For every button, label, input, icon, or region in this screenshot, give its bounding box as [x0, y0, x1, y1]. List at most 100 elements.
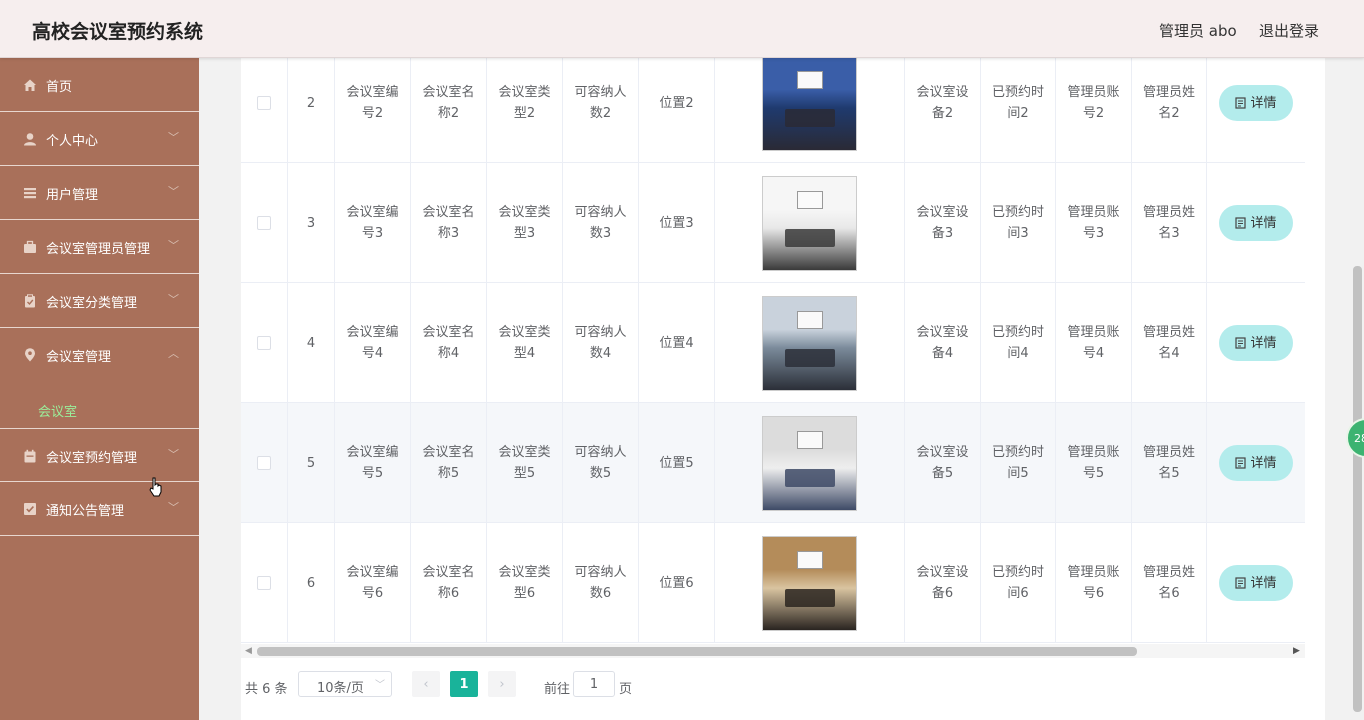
cell-location-text: 位置6 — [659, 575, 694, 591]
cell-admin-account-text: 管理员账号2 — [1067, 85, 1120, 121]
table-row: 2 会议室编号2 会议室名称2 会议室类型2 可容纳人数2 位置2 会议室设备2 已预约时间2… — [241, 58, 1305, 163]
row-checkbox[interactable] — [257, 576, 271, 590]
cell-admin-name-text: 管理员姓名6 — [1142, 565, 1195, 601]
pagination: 共 6 条 10条/页 ﹀ ‹ 1 › 前往 页 — [241, 668, 1305, 708]
cell-capacity: 可容纳人数6 — [563, 523, 639, 643]
cell-action: 详情 — [1207, 283, 1305, 403]
document-icon — [1235, 97, 1247, 109]
cell-admin-name: 管理员姓名6 — [1132, 523, 1207, 643]
detail-button[interactable]: 详情 — [1219, 565, 1293, 601]
cell-location: 位置5 — [639, 403, 715, 523]
cell-booked-time-text: 已预约时间6 — [991, 565, 1044, 601]
next-page-button[interactable]: › — [488, 671, 516, 697]
row-checkbox[interactable] — [257, 456, 271, 470]
sidebar-item-notice-management[interactable]: 通知公告管理 ﹀ — [0, 482, 199, 536]
app-title: 高校会议室预约系统 — [32, 21, 204, 43]
cell-room-name-text: 会议室名称4 — [422, 325, 475, 361]
cell-location: 位置4 — [639, 283, 715, 403]
mouse-pointer-icon — [149, 477, 162, 497]
cell-location: 位置6 — [639, 523, 715, 643]
sidebar-item-personal-center[interactable]: 个人中心 ﹀ — [0, 112, 199, 166]
cell-capacity-text: 可容纳人数6 — [574, 565, 627, 601]
cell-booked-time: 已预约时间2 — [981, 58, 1056, 163]
cell-location-text: 位置4 — [659, 335, 694, 351]
cell-room-no-text: 会议室编号3 — [346, 205, 399, 241]
sidebar-item-room-management[interactable]: 会议室管理 ︿ — [0, 328, 199, 382]
floating-badge[interactable]: 28 — [1346, 418, 1364, 458]
page-unit-label: 页 — [619, 682, 633, 697]
cell-room-photo — [715, 523, 905, 643]
detail-button[interactable]: 详情 — [1219, 85, 1293, 121]
document-icon — [1235, 217, 1247, 229]
cell-room-photo — [715, 163, 905, 283]
cell-location: 位置3 — [639, 163, 715, 283]
cell-booked-time: 已预约时间3 — [981, 163, 1056, 283]
sidebar-item-room-category-management[interactable]: 会议室分类管理 ﹀ — [0, 274, 199, 328]
cell-index-text: 3 — [306, 215, 316, 231]
sidebar-item-label: 通知公告管理 — [46, 504, 125, 519]
row-checkbox[interactable] — [257, 336, 271, 350]
cell-admin-name-text: 管理员姓名2 — [1142, 85, 1195, 121]
cell-index-text: 2 — [306, 95, 316, 111]
detail-button[interactable]: 详情 — [1219, 205, 1293, 241]
cell-room-no-text: 会议室编号2 — [346, 85, 399, 121]
scrollbar-thumb[interactable] — [257, 647, 1137, 656]
cell-room-no-text: 会议室编号6 — [346, 565, 399, 601]
detail-button-label: 详情 — [1250, 455, 1277, 471]
document-icon — [1235, 577, 1247, 589]
cell-booked-time-text: 已预约时间4 — [991, 325, 1044, 361]
sidebar-item-user-management[interactable]: 用户管理 ﹀ — [0, 166, 199, 220]
sidebar-item-label: 会议室预约管理 — [46, 451, 138, 466]
checkbox-icon — [24, 503, 36, 515]
scroll-left-icon[interactable]: ◀ — [245, 646, 252, 656]
page-number-button[interactable]: 1 — [450, 671, 478, 697]
cell-select — [241, 283, 288, 403]
cell-equipment: 会议室设备6 — [905, 523, 981, 643]
cell-room-type-text: 会议室类型4 — [498, 325, 551, 361]
detail-button[interactable]: 详情 — [1219, 445, 1293, 481]
table-row: 4 会议室编号4 会议室名称4 会议室类型4 可容纳人数4 位置4 会议室设备4 已预约时间4… — [241, 283, 1305, 403]
clipboard-icon — [25, 294, 35, 308]
cell-admin-account-text: 管理员账号3 — [1067, 205, 1120, 241]
user-label: 管理员 abo — [1159, 22, 1237, 40]
cell-admin-account-text: 管理员账号5 — [1067, 445, 1120, 481]
cell-index: 3 — [288, 163, 335, 283]
cell-room-name: 会议室名称4 — [411, 283, 487, 403]
cell-equipment: 会议室设备2 — [905, 58, 981, 163]
cell-equipment: 会议室设备4 — [905, 283, 981, 403]
vertical-scrollbar[interactable] — [1350, 58, 1364, 720]
vertical-scrollbar-thumb[interactable] — [1353, 266, 1362, 712]
cell-capacity: 可容纳人数3 — [563, 163, 639, 283]
cell-room-name-text: 会议室名称5 — [422, 445, 475, 481]
cell-room-type: 会议室类型2 — [487, 58, 563, 163]
cell-index: 5 — [288, 403, 335, 523]
sidebar-item-room-admin-management[interactable]: 会议室管理员管理 ﹀ — [0, 220, 199, 274]
cell-room-name-text: 会议室名称3 — [422, 205, 475, 241]
goto-page-input[interactable] — [573, 671, 615, 697]
row-checkbox[interactable] — [257, 216, 271, 230]
page-size-select[interactable]: 10条/页 ﹀ — [298, 671, 392, 697]
cell-admin-name: 管理员姓名4 — [1132, 283, 1207, 403]
chevron-down-icon: ﹀ — [168, 131, 179, 144]
cell-booked-time: 已预约时间6 — [981, 523, 1056, 643]
detail-button[interactable]: 详情 — [1219, 325, 1293, 361]
cell-admin-name-text: 管理员姓名4 — [1142, 325, 1195, 361]
briefcase-icon — [24, 240, 36, 253]
prev-page-button[interactable]: ‹ — [412, 671, 440, 697]
cell-admin-account: 管理员账号6 — [1056, 523, 1132, 643]
logout-link[interactable]: 退出登录 — [1259, 20, 1319, 41]
sidebar-item-booking-management[interactable]: 会议室预约管理 ﹀ — [0, 428, 199, 482]
calendar-icon — [24, 449, 36, 463]
cell-room-photo — [715, 283, 905, 403]
main-content: 2 会议室编号2 会议室名称2 会议室类型2 可容纳人数2 位置2 会议室设备2 已预约时间2… — [241, 58, 1325, 720]
cell-capacity-text: 可容纳人数5 — [574, 445, 627, 481]
horizontal-scrollbar[interactable]: ◀ ▶ — [241, 644, 1305, 658]
scroll-right-icon[interactable]: ▶ — [1293, 646, 1300, 656]
cell-room-no: 会议室编号2 — [335, 58, 411, 163]
page-size-value: 10条/页 — [317, 681, 364, 696]
cell-admin-name-text: 管理员姓名3 — [1142, 205, 1195, 241]
row-checkbox[interactable] — [257, 96, 271, 110]
sidebar-item-home[interactable]: 首页 — [0, 58, 199, 112]
cell-action: 详情 — [1207, 163, 1305, 283]
sidebar-subitem-room[interactable]: 会议室 — [38, 401, 77, 420]
